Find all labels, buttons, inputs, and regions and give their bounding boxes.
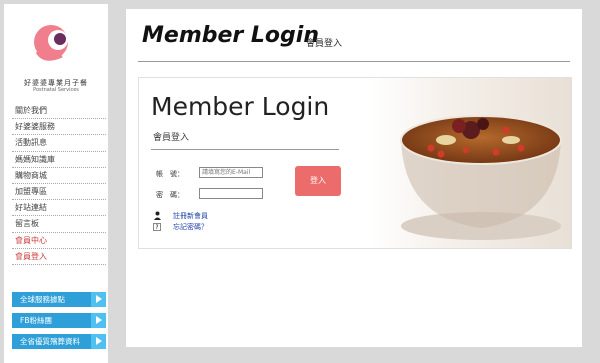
password-label: 密 碼： — [156, 191, 184, 199]
nav-item-guestbook[interactable]: 留言板 — [12, 216, 106, 233]
page-title: Member Login — [142, 23, 319, 48]
sidebar-panel: 好婆婆專業月子餐 Postnatal Services 關於我們 好婆婆服務 活… — [4, 4, 108, 363]
nav-item-knowledge[interactable]: 媽媽知識庫 — [12, 152, 106, 168]
sidebar-nav: 關於我們 好婆婆服務 活動訊息 媽媽知識庫 購物商城 加盟專區 好站連結 留言板… — [12, 103, 106, 265]
sidebar: 好婆婆專業月子餐 Postnatal Services 關於我們 好婆婆服務 活… — [0, 0, 113, 363]
question-icon: ? — [153, 223, 161, 231]
fb-fans-button[interactable]: FB粉絲團 — [12, 313, 106, 328]
quality-info-label: 全省優質殯葬資料 — [20, 337, 80, 346]
nav-item-member-login[interactable]: 會員登入 — [12, 249, 106, 265]
nav-item-events[interactable]: 活動訊息 — [12, 135, 106, 152]
global-locations-button[interactable]: 全球服務據點 — [12, 292, 106, 307]
arrow-right-icon — [91, 292, 106, 307]
page-subtitle: 會員登入 — [306, 39, 343, 49]
panel-divider — [151, 149, 339, 150]
nav-item-shop[interactable]: 購物商城 — [12, 168, 106, 184]
divider — [138, 61, 570, 62]
account-label: 帳 號： — [156, 170, 184, 178]
soup-bowl-image — [371, 78, 571, 248]
email-field[interactable] — [199, 167, 263, 178]
forgot-password-link[interactable]: 忘記密碼？ — [173, 222, 208, 232]
nav-item-links[interactable]: 好站連結 — [12, 200, 106, 217]
fb-fans-label: FB粉絲團 — [20, 316, 52, 325]
arrow-right-icon — [91, 334, 106, 349]
panel-subtitle: 會員登入 — [153, 133, 190, 143]
arrow-right-icon — [91, 313, 106, 328]
nav-item-about[interactable]: 關於我們 — [12, 103, 106, 120]
panel-title: Member Login — [151, 92, 330, 121]
nav-item-services[interactable]: 好婆婆服務 — [12, 119, 106, 136]
nav-item-franchise[interactable]: 加盟專區 — [12, 184, 106, 201]
password-field[interactable] — [199, 188, 263, 199]
main-content: Member Login 會員登入 Member Login 會員登入 帳 號：… — [126, 9, 582, 347]
brand-tagline: Postnatal Services — [33, 87, 79, 93]
login-button[interactable]: 登入 — [295, 166, 341, 196]
register-link[interactable]: 註冊新會員 — [173, 211, 208, 221]
quality-info-button[interactable]: 全省優質殯葬資料 — [12, 334, 106, 349]
login-panel: Member Login 會員登入 帳 號： 密 碼： 登入 註冊新會員 ? 忘… — [138, 77, 572, 249]
global-locations-label: 全球服務據點 — [20, 295, 65, 304]
nav-item-member-center[interactable]: 會員中心 — [12, 233, 106, 249]
member-icon — [153, 211, 162, 220]
